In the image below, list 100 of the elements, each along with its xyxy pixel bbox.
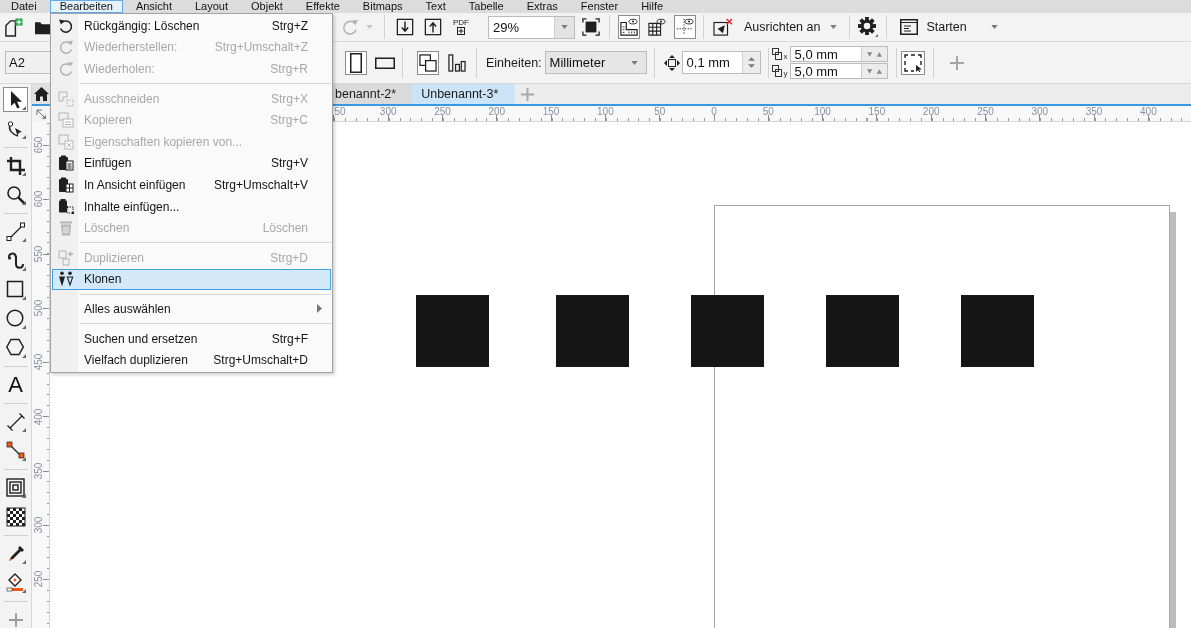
menu-item[interactable]: Klonen: [52, 268, 331, 291]
rectangle-icon: [5, 279, 26, 300]
orientation-button[interactable]: [345, 50, 367, 75]
offset-squares-icon: [771, 65, 784, 77]
launch-button[interactable]: Starten: [896, 15, 1002, 39]
node-curve-icon: [5, 118, 26, 139]
plus-icon: [948, 54, 965, 71]
menu-bar-item[interactable]: Bitmaps: [352, 0, 413, 13]
menu-bar-item[interactable]: Hilfe: [631, 0, 674, 13]
s-curve-icon: [5, 250, 26, 271]
tool-button[interactable]: [3, 219, 28, 244]
view-toggle-button[interactable]: [674, 15, 696, 39]
ruler-number: 200: [488, 106, 506, 117]
import-button[interactable]: [395, 16, 415, 38]
ruler-number: 450: [32, 353, 44, 371]
units-dropdown[interactable]: Millimeter: [544, 51, 647, 74]
menu-bar-item[interactable]: Datei: [1, 0, 47, 13]
diagonal-arrow-icon: [35, 108, 47, 120]
shortcut-text: Strg+Umschalt+Z: [214, 40, 308, 55]
new-page-icon: [3, 17, 23, 37]
crop-icon: [5, 155, 26, 176]
menu-bar-item[interactable]: Objekt: [241, 0, 293, 13]
menu-bar-item[interactable]: Effekte: [295, 0, 350, 13]
shortcut-text: Strg+R: [270, 62, 308, 76]
snap-dropdown-button[interactable]: Ausrichten an: [740, 15, 842, 39]
shortcut-text: Strg+Z: [271, 18, 308, 33]
portrait-page-icon: [350, 52, 362, 73]
menu-bar-item[interactable]: Bearbeiten: [49, 0, 123, 13]
tool-button[interactable]: [3, 438, 28, 463]
pdf-button[interactable]: PDF: [451, 16, 471, 38]
snap-off-icon: [713, 18, 733, 36]
offset-squares-icon: [771, 48, 784, 60]
menu-item[interactable]: Einfügen Strg+V: [52, 152, 331, 175]
checkerboard-icon: [5, 506, 26, 527]
ruler-number: 50: [334, 106, 346, 117]
page-bars-icon: [448, 53, 466, 72]
magnifier-icon: [5, 184, 26, 205]
tool-button[interactable]: [3, 504, 28, 529]
shortcut-text: Strg+Umschalt+D: [213, 353, 308, 368]
caret-icon: [365, 25, 373, 29]
menu-item[interactable]: Inhalte einfügen...: [52, 195, 331, 218]
menu-item[interactable]: Alles auswählen: [52, 298, 331, 320]
clipboard-grid-icon: [57, 176, 74, 193]
ruler-number: 650: [32, 136, 44, 154]
menu-item[interactable]: In Ansicht einfügen Strg+Umschalt+V: [52, 174, 331, 196]
ruler-number: 200: [922, 106, 940, 117]
menu-item[interactable]: Suchen und ersetzen Strg+F: [52, 327, 331, 350]
menu-bar-item[interactable]: Layout: [185, 0, 238, 13]
new-document-button[interactable]: [2, 16, 24, 38]
menu-bar-item[interactable]: Tabelle: [458, 0, 514, 13]
caret-icon: [631, 60, 639, 65]
frame-corners-icon: [903, 53, 922, 72]
ruler-number: 150: [542, 106, 560, 117]
ruler-number: 100: [597, 106, 614, 117]
shortcut-text: Strg+Umschalt+V: [213, 177, 308, 192]
ruler-number: 250: [32, 571, 44, 588]
spin-arrows-icon: [866, 68, 882, 74]
zoom-combo-box[interactable]: 29%: [488, 15, 575, 39]
menu-bar-item[interactable]: Fenster: [570, 0, 629, 13]
view-toggle-button[interactable]: [618, 15, 640, 39]
ruler-number: 100: [814, 106, 831, 117]
full-screen-button[interactable]: [581, 16, 601, 38]
ruler-number: 50: [762, 106, 774, 117]
document-tab[interactable]: Unbenannt-3*: [412, 84, 516, 104]
menu-item[interactable]: Vielfach duplizieren Strg+Umschalt+D: [52, 349, 331, 371]
nudge-distance-field[interactable]: 0,1 mm: [681, 51, 761, 74]
ruler-number: 250: [977, 106, 994, 117]
undo-arrow-icon: [57, 17, 74, 34]
paper-size-field[interactable]: A2: [5, 51, 51, 74]
page-scope-button[interactable]: [417, 50, 439, 75]
menu-bar-item[interactable]: Extras: [516, 0, 568, 13]
units-label: Einheiten:: [486, 55, 542, 70]
squares-plus-icon: [57, 249, 74, 266]
frame-toggle-button[interactable]: [900, 50, 925, 75]
shortcut-text: Strg+D: [270, 250, 308, 265]
menu-bar-item[interactable]: Text: [415, 0, 456, 13]
axis-label: x: [783, 53, 789, 61]
menu-bar-item[interactable]: Ansicht: [125, 0, 182, 13]
shortcut-text: Strg+X: [270, 91, 308, 106]
fill-bucket-icon: [5, 572, 26, 593]
tool-button[interactable]: [3, 87, 28, 112]
ruler-number: 400: [1140, 106, 1157, 117]
home-tab[interactable]: [32, 84, 50, 104]
ruler-number: 250: [434, 106, 451, 117]
ruler-number: 550: [32, 245, 44, 262]
snap-button[interactable]: [712, 16, 734, 38]
menu-item[interactable]: Rückgängig: Löschen Strg+Z: [52, 15, 331, 37]
settings-button[interactable]: [857, 16, 880, 38]
full-screen-icon: [582, 18, 600, 36]
duplicate-offset-field[interactable]: 5,0 mm: [789, 63, 888, 79]
document-tab[interactable]: benannt-2*: [333, 84, 413, 104]
export-button[interactable]: [423, 16, 443, 38]
duplicate-offset-field[interactable]: 5,0 mm: [789, 46, 888, 62]
shortcut-text: Strg+V: [270, 156, 308, 171]
ruler-number: 150: [868, 106, 886, 117]
window-icon: [900, 19, 919, 35]
clipboard-icon: [57, 155, 74, 172]
caret-icon: [561, 25, 568, 29]
spin-arrows-icon: [866, 51, 882, 57]
tool-button[interactable]: A: [3, 372, 28, 397]
